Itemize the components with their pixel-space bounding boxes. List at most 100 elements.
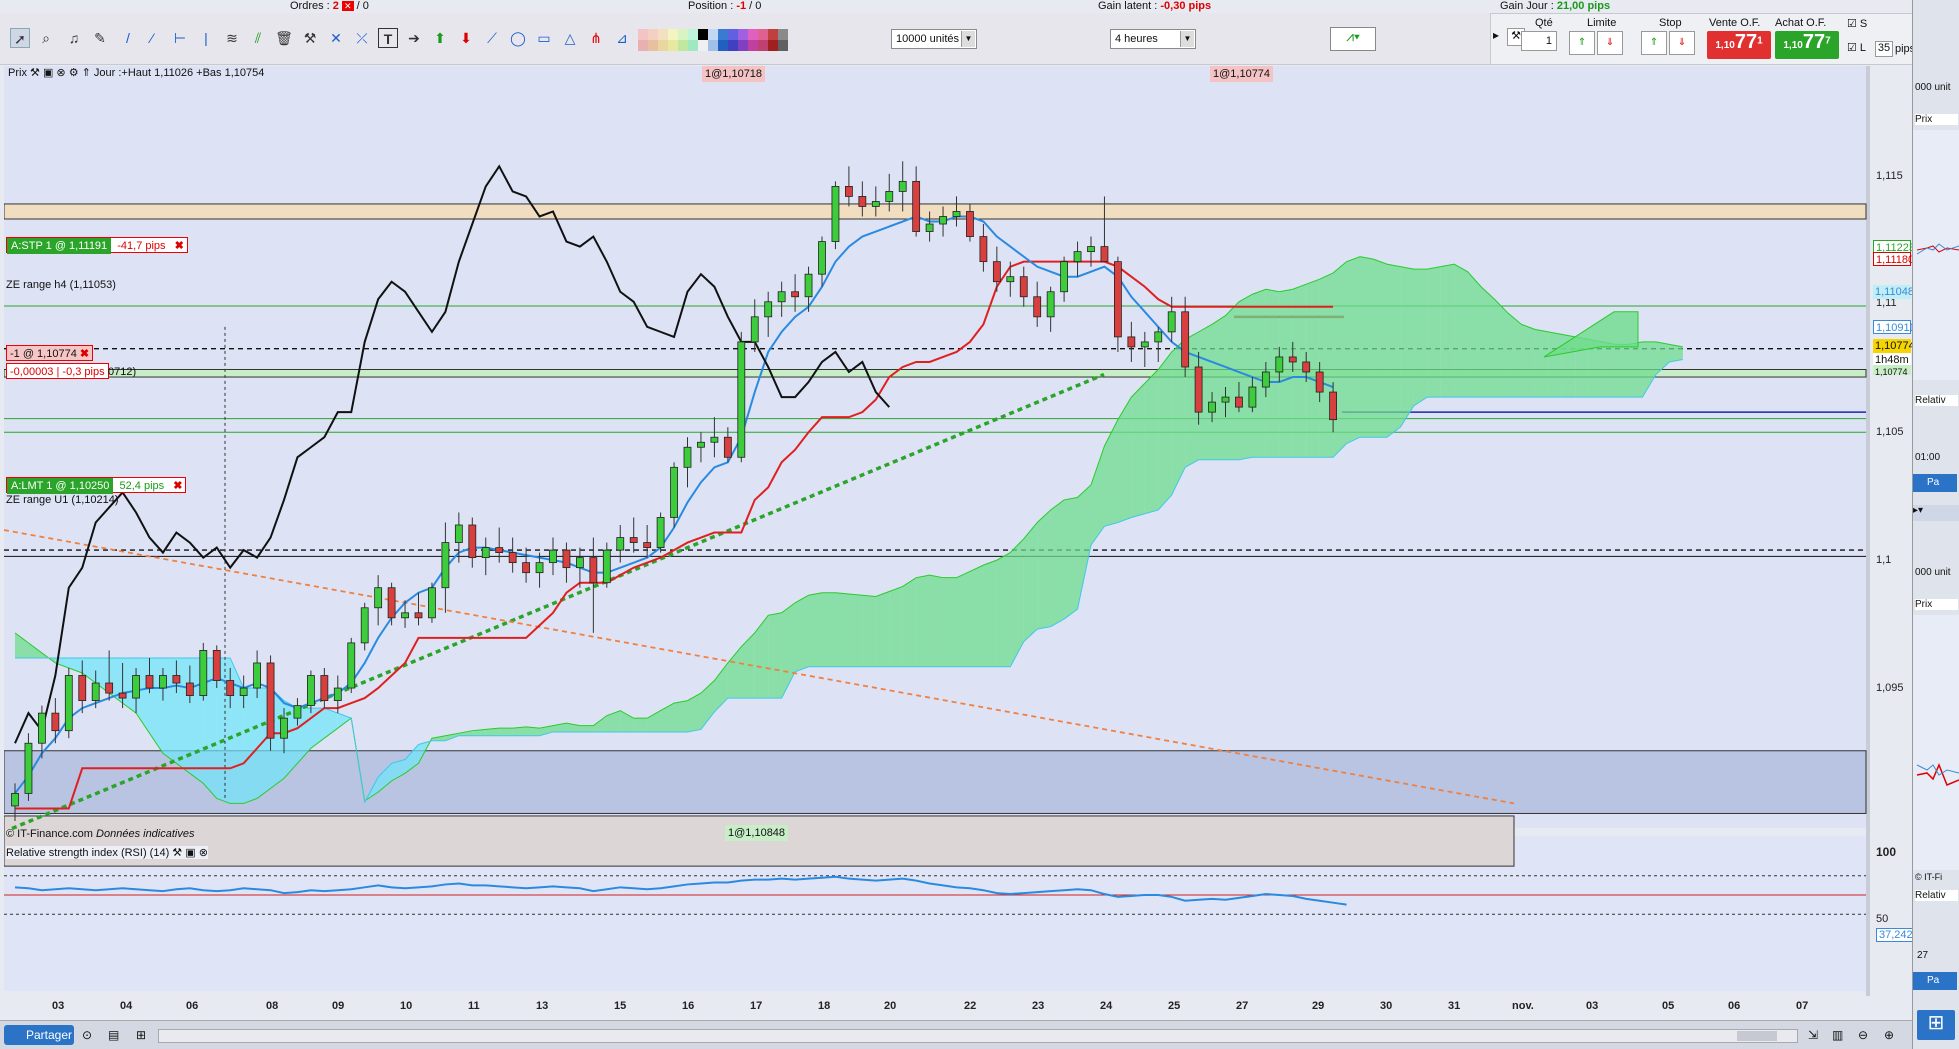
pointer-icon[interactable]: ➚ — [10, 28, 30, 48]
ichimoku-cloud-segment — [1548, 331, 1562, 398]
ichimoku-cloud-segment — [1615, 344, 1629, 398]
chart-type-icon[interactable]: ▥ — [1832, 1025, 1843, 1045]
close-icon[interactable]: ✖ — [80, 348, 89, 360]
wrench-icon[interactable]: ⚒ — [172, 847, 182, 859]
right-share-button[interactable]: Pa — [1913, 474, 1957, 492]
arrow-down-icon[interactable]: ⬇ — [456, 28, 476, 48]
gain-latent-label: Gain latent : — [1098, 0, 1158, 12]
ichimoku-cloud-segment — [1521, 324, 1535, 398]
stop-sell-icon[interactable]: ⇓ — [1669, 31, 1695, 55]
buy-price-main: 77 — [1802, 31, 1826, 53]
close-icon[interactable]: ✖ — [172, 240, 187, 252]
candle-body — [199, 650, 208, 696]
buy-price-sup: 7 — [1825, 35, 1831, 47]
limit-sell-icon[interactable]: ⇓ — [1597, 31, 1623, 55]
limit-buy-icon[interactable]: ⇑ — [1569, 31, 1595, 55]
candle-body — [1235, 396, 1243, 408]
zoom-out-icon[interactable]: ⊖ — [1858, 1025, 1868, 1045]
zoom-icon[interactable]: ⌕ — [36, 28, 56, 48]
price-chart[interactable] — [4, 66, 1870, 996]
arrow-right-icon[interactable]: ➔ — [404, 28, 424, 48]
ruler-icon[interactable]: ✎ — [90, 28, 110, 48]
pips-input[interactable]: 35 — [1875, 41, 1893, 57]
alert-bell-icon[interactable]: ♫ — [64, 28, 84, 48]
regression-icon[interactable]: ⟋ — [482, 28, 502, 48]
position-count: -1 — [736, 0, 747, 12]
magic-wand-icon[interactable]: ⚒ — [300, 28, 320, 48]
qty-input[interactable]: 1 — [1521, 31, 1557, 51]
zoom-in-icon[interactable]: ⊕ — [1884, 1025, 1894, 1045]
candle-body — [1140, 341, 1149, 348]
mini-chart-2[interactable] — [1913, 615, 1959, 870]
candle-body — [777, 291, 786, 303]
window-icon[interactable]: ▣ — [43, 67, 53, 79]
arrow-up-icon[interactable]: ⬆ — [430, 28, 450, 48]
windows-start-icon[interactable]: ⊞ — [1917, 1010, 1955, 1040]
candle-body — [818, 241, 826, 275]
trash-icon[interactable]: 🗑 — [274, 28, 294, 48]
chart-area[interactable] — [4, 66, 1870, 996]
close-circle-icon[interactable]: ⊗ — [199, 847, 208, 859]
horizontal-line-icon[interactable]: ⊢ — [170, 28, 190, 48]
window-icon[interactable]: ▣ — [185, 847, 195, 859]
x-tick-label: 17 — [750, 1000, 763, 1012]
close-circle-icon[interactable]: ⊗ — [56, 67, 65, 79]
orders-value: 0 — [362, 0, 369, 12]
ray-icon[interactable]: ⁄ — [142, 28, 162, 48]
color-palette[interactable] — [638, 29, 788, 51]
units-select[interactable]: 10000 unités ▼ — [891, 29, 977, 49]
rectangle-icon[interactable]: ▭ — [534, 28, 554, 48]
candle-body — [293, 705, 302, 719]
ellipse-icon[interactable]: ◯ — [508, 28, 528, 48]
cross-line-icon[interactable]: ✕ — [326, 28, 346, 48]
x-tick-label: 31 — [1448, 1000, 1461, 1012]
candle-body — [401, 612, 409, 619]
close-icon[interactable]: ✕ — [341, 1, 354, 11]
vertical-line-icon[interactable]: | — [196, 28, 216, 48]
settings-icon[interactable]: ⚙ — [69, 67, 79, 79]
axis-divider — [1866, 66, 1870, 996]
fibonacci-icon[interactable]: ≋ — [222, 28, 242, 48]
l-checkbox[interactable]: ☑ L — [1847, 41, 1866, 54]
candle-body — [239, 687, 248, 696]
candle-body — [1006, 276, 1015, 283]
horizontal-scrollbar[interactable] — [158, 1029, 1798, 1043]
print-icon[interactable]: ▤ — [108, 1025, 119, 1045]
candle-body — [481, 547, 490, 559]
stop-buy-icon[interactable]: ⇑ — [1641, 31, 1667, 55]
right-copyright: © IT-Fi — [1915, 872, 1943, 882]
mini-chart[interactable] — [1913, 130, 1959, 380]
parallel-line-icon[interactable]: ⤫ — [352, 28, 372, 48]
trendline-icon[interactable]: / — [118, 28, 138, 48]
close-icon[interactable]: ✖ — [170, 480, 185, 492]
auto-scale-icon[interactable]: ⇲ — [1808, 1025, 1818, 1045]
limit-order-label[interactable]: A:LMT 1 @ 1,10250 52,4 pips ✖ — [6, 477, 187, 494]
camera-icon[interactable]: ⊙ — [82, 1025, 92, 1045]
candle-body — [1194, 366, 1203, 413]
export-icon[interactable]: ⊞ — [136, 1025, 146, 1045]
ichimoku-cloud-segment — [956, 571, 970, 667]
gann-icon[interactable]: ⊿ — [612, 28, 632, 48]
pitchfork-icon[interactable]: ⋔ — [586, 28, 606, 48]
x-tick-label: 03 — [52, 1000, 65, 1012]
triangle-icon[interactable]: △ — [560, 28, 580, 48]
text-tool-icon[interactable]: T — [378, 28, 398, 48]
wrench-icon[interactable]: ⚒ — [30, 67, 40, 79]
scrollbar-thumb[interactable] — [1737, 1031, 1777, 1041]
candle-body — [159, 675, 167, 689]
channel-icon[interactable]: ⫽ — [248, 28, 268, 48]
stop-order-label[interactable]: A:STP 1 @ 1,11191 -41,7 pips ✖ — [6, 237, 188, 254]
period-select[interactable]: 4 heures ▼ — [1110, 29, 1196, 49]
price-box: 1,11180 — [1873, 252, 1914, 266]
expand-icon[interactable]: ▸ — [1493, 28, 1499, 42]
right-rsi-label-2: Relativ — [1915, 890, 1958, 901]
candle-body — [576, 557, 584, 569]
s-checkbox[interactable]: ☑ S — [1847, 17, 1867, 30]
buy-button[interactable]: 1,10777 — [1775, 31, 1839, 59]
right-share-button-2[interactable]: Pa — [1913, 972, 1957, 990]
position-label[interactable]: -1 @ 1,10774 ✖ — [6, 345, 94, 361]
up-icon[interactable]: ⇑ — [82, 67, 91, 79]
indicator-chart-icon[interactable]: ⩘▾ — [1330, 27, 1376, 51]
sell-button[interactable]: 1,10771 — [1707, 31, 1771, 59]
share-button[interactable]: Partager — [4, 1025, 74, 1045]
